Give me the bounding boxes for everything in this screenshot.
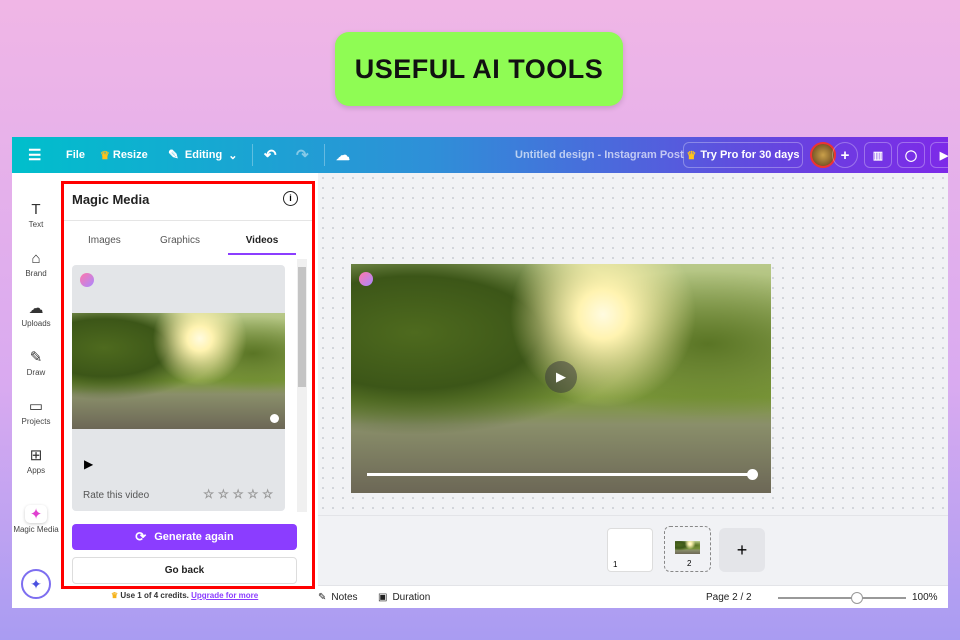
ai-badge-icon <box>359 272 373 286</box>
pencil-icon: ✎ <box>168 147 179 162</box>
editor-window: ☰ File ♛ Resize ✎ Editing ⌄ ↶ ↷ ☁ Untitled … <box>12 137 948 608</box>
bottom-bar: ✎ Notes ▣ Duration Page 2 / 2 100% <box>318 585 948 608</box>
duration-icon: ▣ <box>378 592 388 603</box>
rail-item-draw[interactable]: ✎ Draw <box>12 348 60 377</box>
zoom-slider-handle[interactable] <box>851 592 863 604</box>
magic-media-panel: Magic Media i Images Graphics Videos ▶ R… <box>61 181 315 589</box>
crown-icon: ♛ <box>111 591 121 600</box>
brand-icon: ⌂ <box>31 250 41 267</box>
add-collaborator-icon[interactable]: + <box>832 142 858 168</box>
rail-item-uploads[interactable]: ☁ Uploads <box>12 299 60 328</box>
duration-button[interactable]: ▣ Duration <box>378 586 430 608</box>
zoom-slider[interactable] <box>778 586 908 608</box>
magic-media-icon: ✦ <box>25 505 47 523</box>
page-thumb-2[interactable]: 2 <box>664 526 711 572</box>
resize-button[interactable]: ♛ Resize <box>100 137 148 173</box>
notes-icon: ✎ <box>318 592 327 603</box>
divider <box>252 144 253 166</box>
magic-assistant-icon[interactable]: ✦ <box>21 569 51 599</box>
rail-item-brand[interactable]: ⌂ Brand <box>12 250 60 278</box>
add-page-button[interactable]: + <box>719 528 765 572</box>
generate-again-button[interactable]: ⟳ Generate again <box>72 524 297 550</box>
ai-badge-icon <box>80 273 94 287</box>
crown-icon: ♛ <box>686 149 697 162</box>
video-thumbnail[interactable] <box>72 313 285 429</box>
page-thumb-1[interactable]: 1 <box>607 528 653 572</box>
cloud-saved-icon[interactable]: ☁ <box>336 137 350 173</box>
info-icon[interactable]: i <box>283 191 298 206</box>
divider <box>324 144 325 166</box>
crown-icon: ♛ <box>100 149 110 162</box>
page-strip: 1 2 + <box>318 515 948 585</box>
file-menu[interactable]: File <box>66 137 85 173</box>
refresh-icon: ⟳ <box>135 529 147 544</box>
panel-title: Magic Media <box>72 192 150 207</box>
chevron-down-icon: ⌄ <box>228 149 238 162</box>
scrubber-dot[interactable] <box>270 414 279 423</box>
draw-icon: ✎ <box>29 349 43 366</box>
video-result-card[interactable]: ▶ Rate this video ☆☆☆☆☆ <box>72 265 285 511</box>
rail-item-text[interactable]: T Text <box>12 201 60 229</box>
video-progress[interactable] <box>367 473 753 476</box>
play-button[interactable]: ▶ <box>545 361 577 393</box>
rail-item-apps[interactable]: ⊞ Apps <box>12 446 60 475</box>
tab-images[interactable]: Images <box>88 235 121 246</box>
star-rating[interactable]: ☆☆☆☆☆ <box>203 487 277 502</box>
tab-graphics[interactable]: Graphics <box>160 235 200 246</box>
comment-icon[interactable]: ◯ <box>897 142 925 168</box>
folder-icon: ▭ <box>28 398 44 415</box>
top-bar: ☰ File ♛ Resize ✎ Editing ⌄ ↶ ↷ ☁ Untitled … <box>12 137 948 173</box>
rail-item-projects[interactable]: ▭ Projects <box>12 397 60 426</box>
tab-videos[interactable]: Videos <box>228 235 296 255</box>
rate-label: Rate this video <box>83 490 150 501</box>
credits-info: ♛ Use 1 of 4 credits. Upgrade for more <box>111 591 259 600</box>
text-icon: T <box>31 201 41 218</box>
editing-dropdown[interactable]: ✎ Editing ⌄ <box>168 137 237 173</box>
upgrade-link[interactable]: Upgrade for more <box>191 591 258 600</box>
analytics-icon[interactable]: ▥ <box>864 142 892 168</box>
side-rail: T Text ⌂ Brand ☁ Uploads ✎ Draw ▭ Projects ⊞ A… <box>12 173 60 608</box>
present-icon[interactable]: ▶ <box>930 142 948 168</box>
video-element[interactable]: ▶ <box>351 264 771 493</box>
banner-title: USEFUL AI TOOLS <box>335 32 623 106</box>
zoom-level[interactable]: 100% <box>912 586 938 608</box>
undo-icon[interactable]: ↶ <box>264 137 277 173</box>
notes-button[interactable]: ✎ Notes <box>318 586 358 608</box>
progress-handle[interactable] <box>747 469 758 480</box>
menu-icon[interactable]: ☰ <box>28 137 41 173</box>
go-back-button[interactable]: Go back <box>72 557 297 584</box>
page-indicator[interactable]: Page 2 / 2 <box>706 586 752 608</box>
try-pro-button[interactable]: ♛ Try Pro for 30 days <box>683 142 803 168</box>
rail-item-magic-media[interactable]: ✦ Magic Media <box>12 505 60 534</box>
apps-icon: ⊞ <box>29 447 43 464</box>
redo-icon[interactable]: ↷ <box>296 137 309 173</box>
scrollbar[interactable] <box>297 259 307 512</box>
upload-icon: ☁ <box>28 300 44 317</box>
design-title[interactable]: Untitled design - Instagram Post <box>515 137 684 173</box>
play-icon[interactable]: ▶ <box>84 457 93 471</box>
